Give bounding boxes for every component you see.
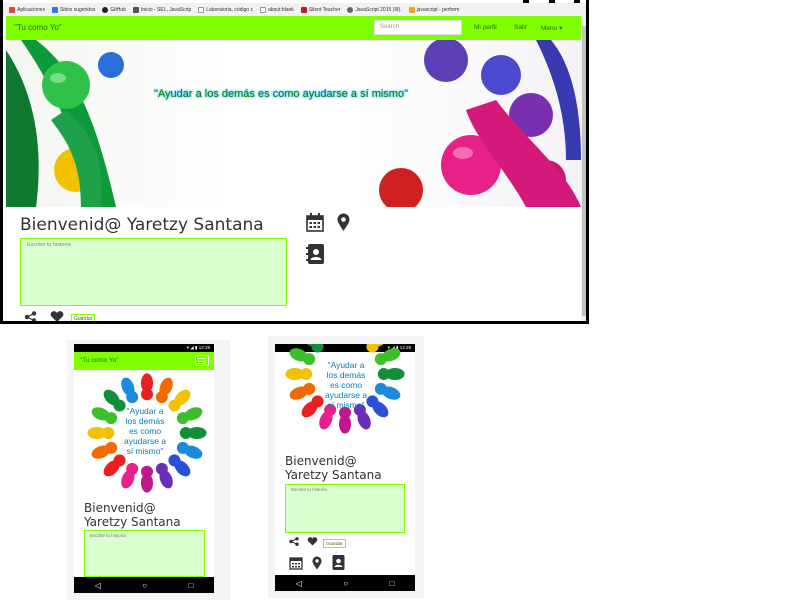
page-icon xyxy=(132,6,139,13)
address-book-icon[interactable] xyxy=(306,244,325,264)
bookmark-label: GitHub xyxy=(110,6,126,13)
map-marker-icon[interactable] xyxy=(312,556,322,570)
welcome-heading: Bienvenid@ Yaretzy Santana xyxy=(20,215,264,235)
address-book-icon[interactable] xyxy=(331,555,345,570)
bookmark-silent-teacher[interactable]: Silent Teacher xyxy=(300,6,341,13)
github-icon xyxy=(102,6,109,13)
save-button[interactable]: Guardar xyxy=(71,314,96,321)
share-icon[interactable] xyxy=(289,537,299,546)
page-icon xyxy=(300,6,307,13)
bookmark-label: JavaScript 2015 (III). xyxy=(355,6,402,13)
stackoverflow-icon xyxy=(408,6,415,13)
page-icon xyxy=(198,6,205,13)
bookmark-sel[interactable]: Inicio - SEL, JavaScrip xyxy=(132,6,192,13)
phone-status-bar: ▾ ◢ ▮ 12:29 xyxy=(74,344,214,352)
motto-line: "Ayudar a xyxy=(327,360,365,370)
home-icon[interactable]: ○ xyxy=(142,581,147,590)
bookmark-label: Sitios sugeridos xyxy=(60,6,96,13)
heartbeat-icon[interactable] xyxy=(307,537,318,546)
bookmark-label: Inicio - SEL, JavaScrip xyxy=(140,6,192,13)
page-icon xyxy=(259,6,266,13)
bookmark-blank[interactable]: about:blank xyxy=(259,6,294,13)
hero-motto: "Ayudar a los demás es como ayudarse a s… xyxy=(154,88,408,100)
bookmarks-bar: Aplicaciones Sitios sugeridos GitHub Ini… xyxy=(3,3,586,16)
hero-figures-image xyxy=(6,40,581,207)
hero-banner: "Ayudar a los demás es como ayudarse a s… xyxy=(6,40,581,207)
phone-1-screen: ▾ ◢ ▮ 12:29 "Tu como Yo" "Ayudar a los d… xyxy=(74,344,214,593)
motto-line: ayudarse a xyxy=(123,436,167,446)
phone-welcome-heading: Bienvenid@ Yaretzy Santana xyxy=(285,454,382,482)
welcome-line: Yaretzy Santana xyxy=(84,515,181,529)
hamburger-menu-icon[interactable] xyxy=(195,355,209,366)
phone-welcome-heading: Bienvenid@ Yaretzy Santana xyxy=(84,501,181,529)
recents-icon[interactable]: □ xyxy=(389,579,394,588)
welcome-line: Yaretzy Santana xyxy=(285,468,382,482)
bookmark-javascript-2015[interactable]: JavaScript 2015 (III). xyxy=(347,6,402,13)
calendar-icon[interactable] xyxy=(289,556,303,570)
phone-brand[interactable]: "Tu como Yo" xyxy=(80,357,119,364)
share-icon[interactable] xyxy=(24,311,38,323)
welcome-line: Bienvenid@ xyxy=(84,501,156,515)
motto-line: ayudarse a xyxy=(324,390,368,400)
bookmark-label: about:blank xyxy=(267,6,294,13)
nav-menu-dropdown[interactable]: Menu ▾ xyxy=(541,24,562,32)
save-button[interactable]: Guardar xyxy=(323,539,346,548)
page-icon xyxy=(347,6,354,13)
phone-2-screen: ▾ ◢ ▮ 12:29 "Ayudar a los demás es como … xyxy=(275,344,415,591)
apps-grid-icon xyxy=(9,6,15,13)
bookmark-label: Silent Teacher xyxy=(308,6,341,13)
home-icon[interactable]: ○ xyxy=(343,579,348,588)
map-marker-icon[interactable] xyxy=(337,213,350,232)
phone-1-navbar: "Tu como Yo" xyxy=(74,352,214,370)
motto-line: es como xyxy=(329,380,363,390)
status-time: 12:29 xyxy=(198,345,210,350)
motto-line: los demás xyxy=(125,416,165,426)
nav-link-logout[interactable]: Salir xyxy=(514,24,527,31)
android-nav-bar: ◁ ○ □ xyxy=(74,577,214,593)
bookmark-icon xyxy=(52,6,59,13)
phone-story-textarea[interactable]: Escribe tu historia xyxy=(285,484,405,533)
phone-story-textarea[interactable]: Escribe tu historia xyxy=(84,530,205,577)
bookmark-label: Aplicaciones xyxy=(17,6,46,13)
brand-logo[interactable]: "Tu como Yo" xyxy=(14,23,62,32)
android-nav-bar: ◁ ○ □ xyxy=(275,575,415,591)
site-navbar: "Tu como Yo" Search Mi perfil Salir Menu… xyxy=(6,16,581,40)
bookmark-label: Laboratoria, código c xyxy=(206,6,253,13)
back-icon[interactable]: ◁ xyxy=(296,579,302,588)
heartbeat-icon[interactable] xyxy=(49,311,65,323)
phone-motto: "Ayudar a los demás es como ayudarse a s… xyxy=(315,360,377,410)
bookmark-laboratoria[interactable]: Laboratoria, código c xyxy=(198,6,253,13)
bookmark-github[interactable]: GitHub xyxy=(102,6,126,13)
nav-link-profile[interactable]: Mi perfil xyxy=(474,24,497,31)
motto-line: sí mismo" xyxy=(126,446,164,456)
battery-wifi-icons: ▾ ◢ ▮ xyxy=(186,345,199,350)
bookmark-suggested[interactable]: Sitios sugeridos xyxy=(52,6,96,13)
story-textarea[interactable]: Escribe tu historia xyxy=(20,238,287,306)
search-input[interactable]: Search xyxy=(374,20,462,35)
motto-line: "Ayudar a xyxy=(126,406,164,416)
bookmark-javascript-perform[interactable]: javascript - perform xyxy=(408,6,460,13)
desktop-browser-window: Aplicaciones Sitios sugeridos GitHub Ini… xyxy=(0,0,589,324)
back-icon[interactable]: ◁ xyxy=(95,581,101,590)
scrollbar-thumb[interactable] xyxy=(582,26,586,316)
page-scrollbar[interactable] xyxy=(581,16,586,321)
calendar-icon[interactable] xyxy=(306,213,324,232)
welcome-line: Bienvenid@ xyxy=(285,454,357,468)
motto-line: es como xyxy=(128,426,162,436)
bookmark-label: javascript - perform xyxy=(416,6,460,13)
phone-motto: "Ayudar a los demás es como ayudarse a s… xyxy=(112,406,178,456)
motto-line: sí mismo" xyxy=(327,400,365,410)
bookmark-apps[interactable]: Aplicaciones xyxy=(9,6,46,13)
motto-line: los demás xyxy=(326,370,366,380)
recents-icon[interactable]: □ xyxy=(188,581,193,590)
